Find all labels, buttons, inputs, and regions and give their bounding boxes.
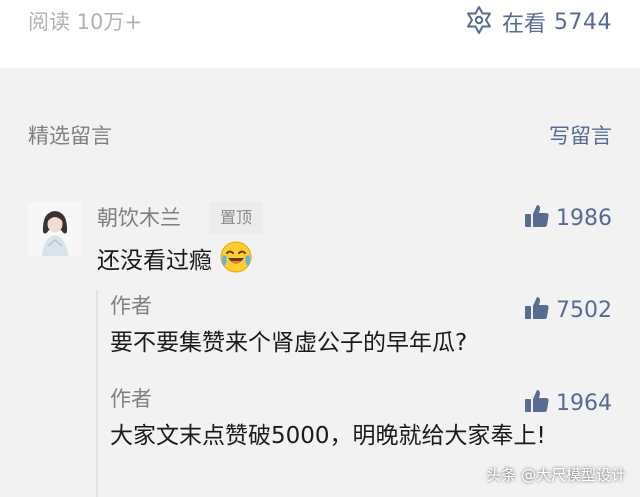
pinned-badge: 置顶 [210, 202, 263, 234]
thumbs-up-icon [524, 203, 550, 233]
looking-icon [464, 5, 494, 39]
featured-comments-header: 精选留言 写留言 [0, 112, 640, 158]
laughing-crying-emoji [219, 240, 253, 280]
avatar[interactable] [28, 202, 82, 256]
read-count: 阅读 10万+ [28, 10, 142, 34]
reply-like-count: 1964 [556, 390, 612, 416]
looking-count: 5744 [554, 9, 612, 35]
comment-like-button[interactable]: 1986 [524, 202, 612, 234]
comment-text-content: 还没看过瘾 [97, 248, 212, 274]
looking-button[interactable]: 在看 5744 [464, 2, 612, 42]
reply-like-count: 7502 [556, 297, 612, 323]
watermark: 头条 @大尺模型设计 [486, 466, 626, 484]
reply-like-button[interactable]: 1964 [524, 387, 612, 419]
write-comment-button[interactable]: 写留言 [549, 120, 612, 150]
thumbs-up-icon [524, 388, 550, 418]
section-title: 精选留言 [28, 124, 112, 148]
reply-text: 要不要集赞来个肾虚公子的早年瓜? [110, 330, 468, 356]
comment-nickname: 朝饮木兰 [97, 206, 181, 230]
reply-like-button[interactable]: 7502 [524, 294, 612, 326]
looking-label: 在看 [501, 12, 546, 37]
article-stats-bar: 阅读 10万+ 在看 5744 [0, 0, 640, 68]
comment-like-count: 1986 [556, 205, 612, 231]
reply-text: 大家文末点赞破5000，明晚就给大家奉上! [110, 423, 546, 449]
thumbs-up-icon [524, 295, 550, 325]
comment-text: 还没看过瘾 [97, 240, 253, 280]
reply-divider [96, 290, 98, 497]
